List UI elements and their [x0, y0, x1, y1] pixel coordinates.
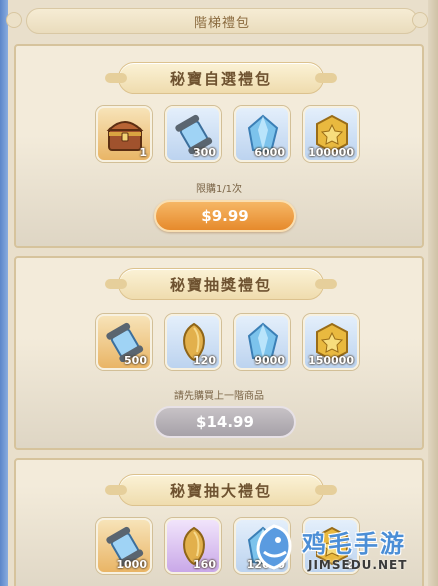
item-count: 100000: [308, 146, 354, 159]
pack-title: 秘寶抽獎禮包: [169, 275, 272, 294]
right-edge-strip: [428, 0, 438, 586]
pack-card-1: 秘寶自選禮包 1 300 6000 100000 限購1/1次 $9.99: [14, 44, 424, 248]
pack-title-ribbon: 秘寶自選禮包: [105, 62, 337, 94]
item-count: 500: [124, 354, 147, 367]
buy-button-pack-1[interactable]: $9.99: [154, 200, 296, 232]
item-count: 6000: [254, 146, 285, 159]
item-count: 1000: [116, 558, 147, 571]
pack-title: 秘寶自選禮包: [169, 69, 272, 88]
pack-title-ribbon: 秘寶抽大禮包: [105, 474, 337, 506]
pack-title: 秘寶抽大禮包: [169, 481, 272, 500]
watermark-logo-icon: [256, 524, 292, 570]
buy-button-pack-2[interactable]: $14.99: [154, 406, 296, 438]
item-count: 120: [193, 354, 216, 367]
reward-item-scroll-capsule[interactable]: 500: [96, 314, 152, 370]
pack-item-row: 1 300 6000 100000: [96, 106, 359, 162]
section-header: 階梯禮包: [26, 8, 418, 34]
item-count: 160: [193, 558, 216, 571]
watermark-url: JIMSEDU.NET: [308, 558, 408, 572]
reward-item-gold-coin[interactable]: 100000: [303, 106, 359, 162]
item-count: 300: [193, 146, 216, 159]
reward-item-gold-shard[interactable]: 160: [165, 518, 221, 574]
reward-item-gold-coin[interactable]: 150000: [303, 314, 359, 370]
reward-item-scroll-capsule[interactable]: 1000: [96, 518, 152, 574]
pack-card-2: 秘寶抽獎禮包 500 120 9000 150000 請先購買上一階商品 $14…: [14, 256, 424, 450]
price-label: $14.99: [196, 413, 254, 431]
header-right-ornament: [412, 12, 428, 28]
price-label: $9.99: [201, 207, 249, 225]
site-watermark: 鸡毛手游 JIMSEDU.NET: [246, 518, 436, 580]
purchase-limit-note: 限購1/1次: [195, 184, 243, 195]
reward-item-treasure-chest[interactable]: 1: [96, 106, 152, 162]
pack-item-row: 500 120 9000 150000: [96, 314, 359, 370]
purchase-requirement-note: 請先購買上一階商品: [174, 391, 264, 402]
header-left-ornament: [6, 12, 22, 28]
item-count: 1: [139, 146, 147, 159]
reward-item-gold-shard[interactable]: 120: [165, 314, 221, 370]
section-header-title: 階梯禮包: [193, 15, 250, 31]
reward-item-scroll-capsule[interactable]: 300: [165, 106, 221, 162]
item-count: 150000: [308, 354, 354, 367]
watermark-title: 鸡毛手游: [302, 530, 406, 558]
reward-item-crystal[interactable]: 9000: [234, 314, 290, 370]
left-edge-strip: [0, 0, 8, 586]
pack-title-ribbon: 秘寶抽獎禮包: [105, 268, 337, 300]
reward-item-crystal[interactable]: 6000: [234, 106, 290, 162]
item-count: 9000: [254, 354, 285, 367]
